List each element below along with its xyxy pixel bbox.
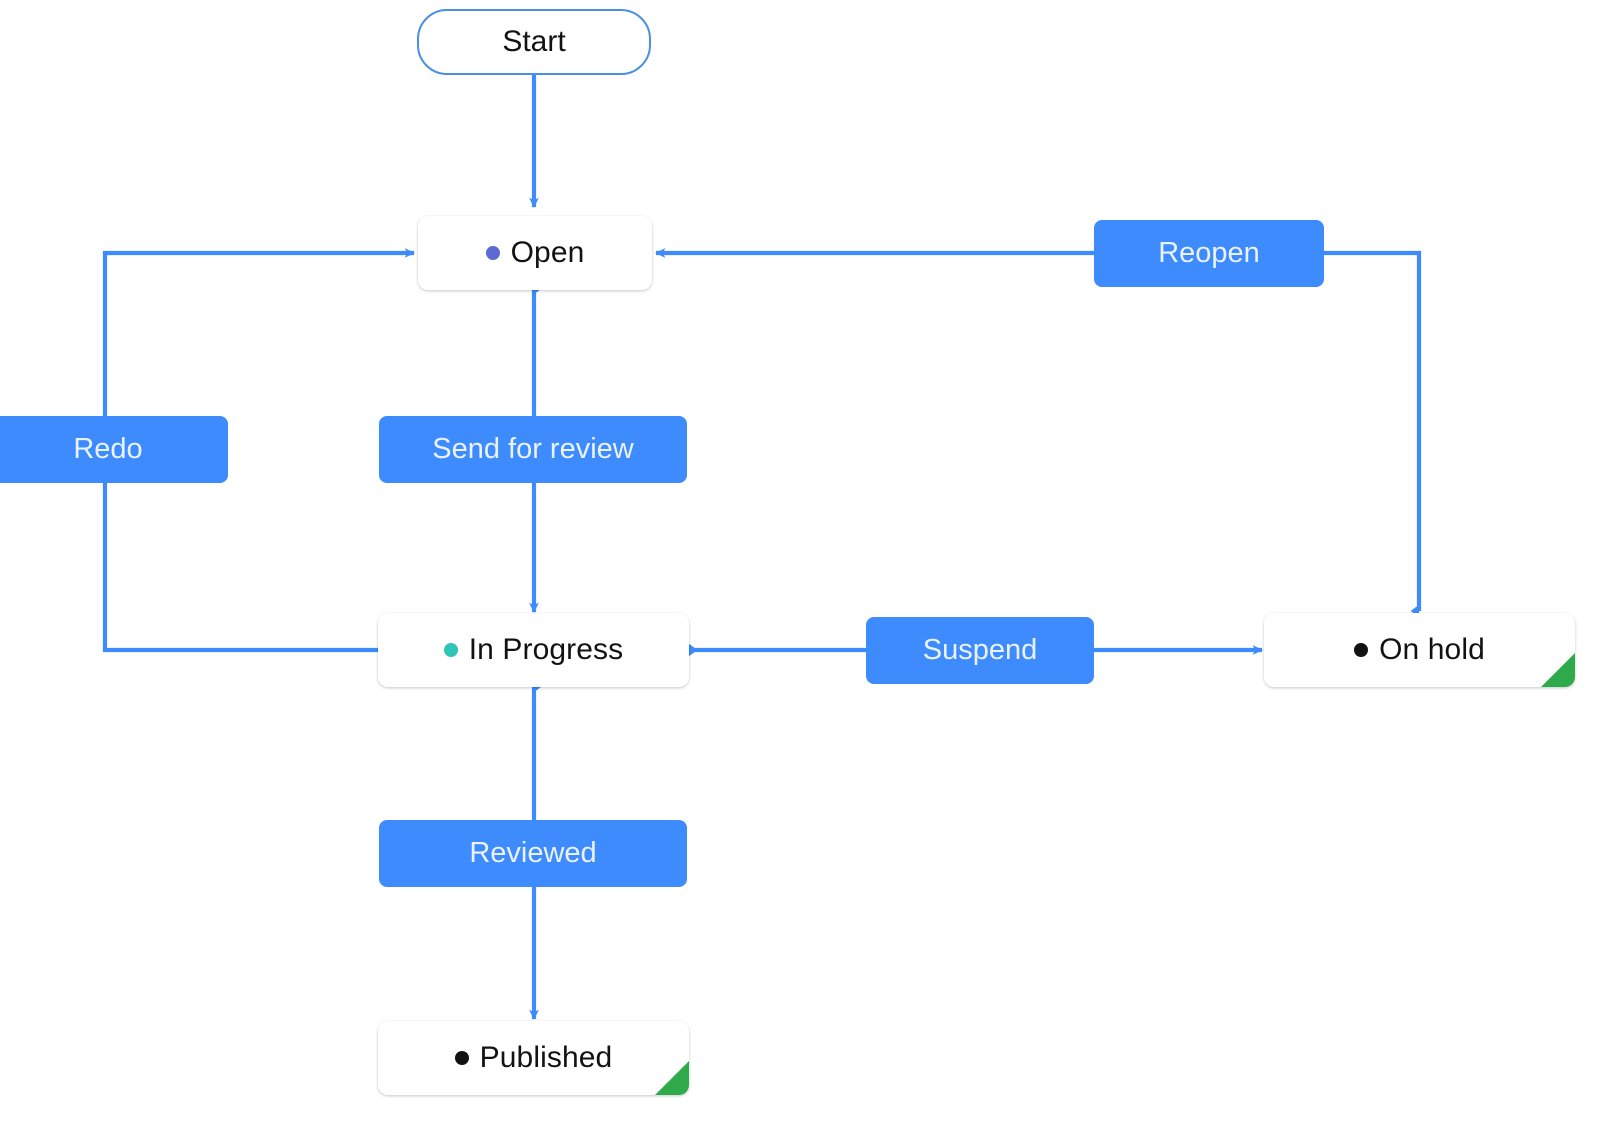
status-flag-published — [655, 1061, 689, 1095]
status-node-published[interactable]: Published — [378, 1021, 689, 1095]
status-node-open[interactable]: Open — [418, 216, 652, 290]
start-node[interactable]: Start — [417, 9, 651, 75]
transition-button-redo[interactable]: Redo — [0, 416, 228, 483]
status-label-published: Published — [479, 1041, 613, 1074]
status-dot-in-progress — [443, 643, 458, 657]
transition-button-suspend[interactable]: Suspend — [866, 617, 1094, 684]
transition-button-send-for-review[interactable]: Send for review — [379, 416, 687, 483]
edge-on-hold-to-open-reopen — [654, 248, 1422, 618]
transition-button-reopen[interactable]: Reopen — [1094, 220, 1324, 287]
transition-button-reviewed[interactable]: Reviewed — [379, 820, 687, 887]
status-label-open: Open — [510, 236, 585, 269]
transition-label-reviewed: Reviewed — [469, 837, 597, 869]
status-dot-published — [454, 1051, 469, 1065]
status-dot-on-hold — [1354, 643, 1369, 657]
transition-label-reopen: Reopen — [1158, 237, 1260, 269]
edge-layer — [102, 75, 1422, 1021]
status-flag-on-hold — [1541, 653, 1575, 687]
workflow-diagram-canvas: Start Open In Progress On hold Published… — [0, 0, 1600, 1129]
transition-label-redo: Redo — [73, 433, 143, 465]
status-label-in-progress: In Progress — [468, 633, 624, 666]
status-node-in-progress[interactable]: In Progress — [378, 613, 689, 687]
transition-label-suspend: Suspend — [922, 634, 1038, 666]
transition-label-send-for-review: Send for review — [432, 433, 634, 465]
status-dot-open — [485, 246, 500, 260]
status-label-on-hold: On hold — [1379, 633, 1485, 666]
status-node-on-hold[interactable]: On hold — [1264, 613, 1575, 687]
start-node-label: Start — [502, 25, 566, 58]
